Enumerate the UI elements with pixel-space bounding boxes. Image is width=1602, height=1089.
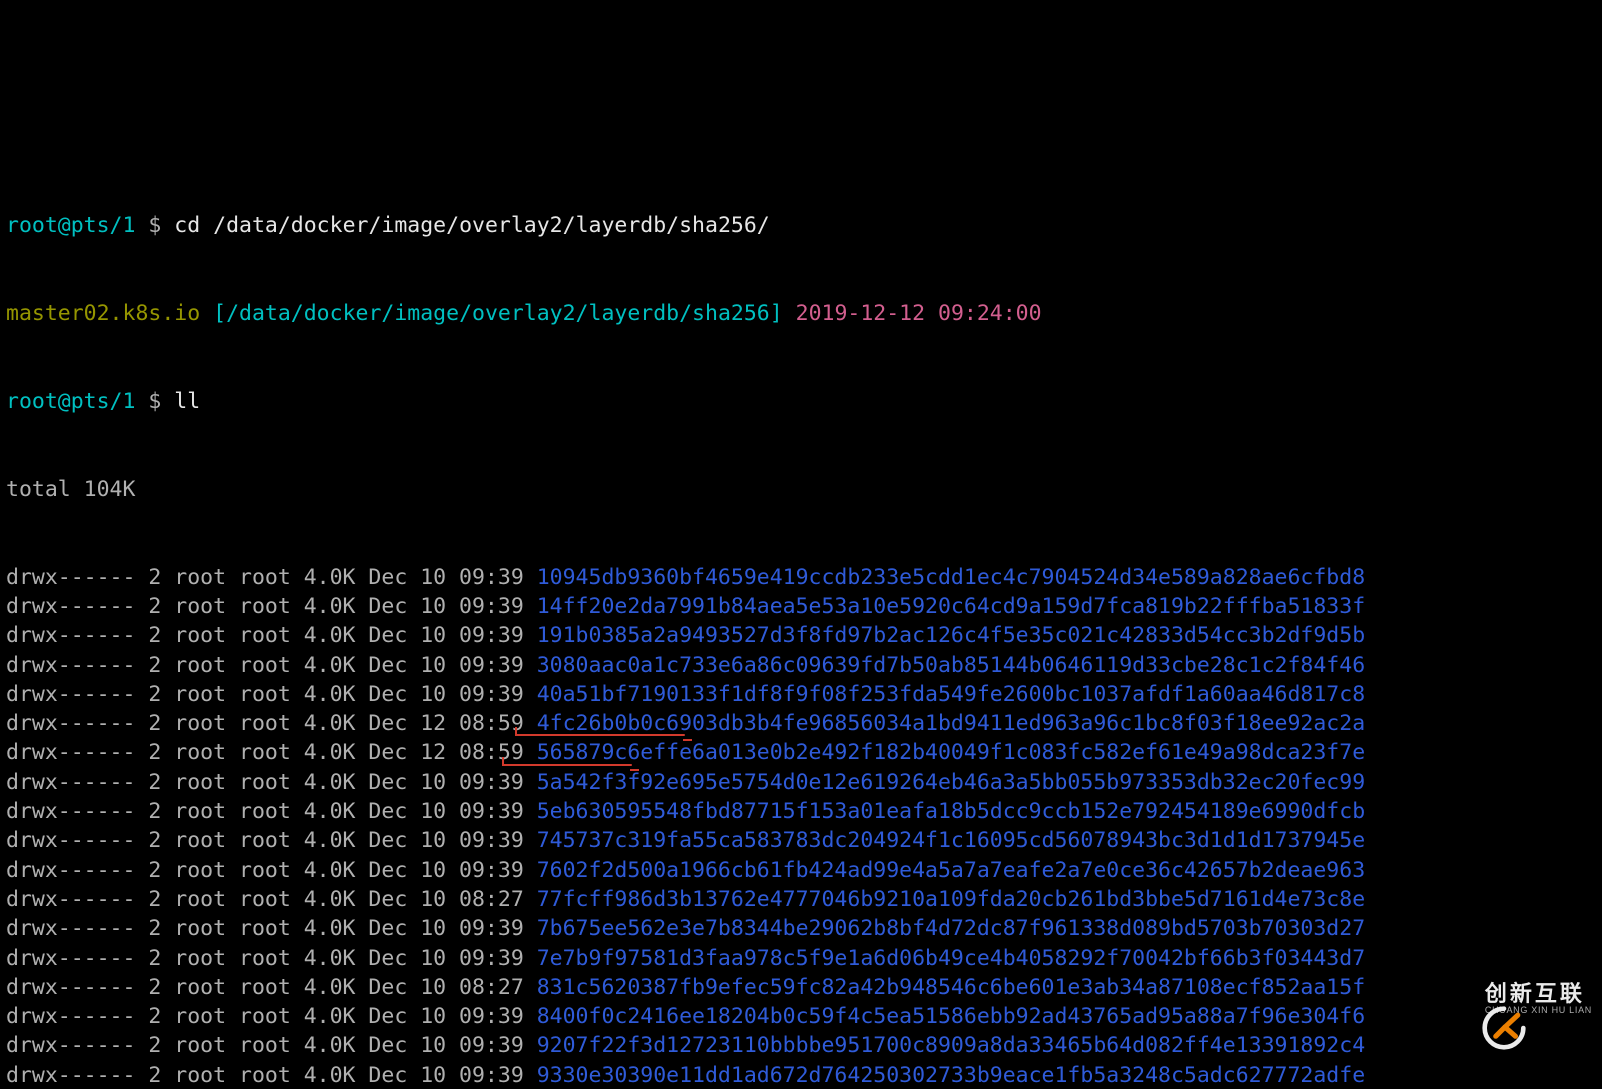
command-1: cd /data/docker/image/overlay2/layerdb/s… bbox=[174, 213, 769, 238]
ps1-dollar: $ bbox=[135, 389, 174, 414]
dir-name: 8400f0c2416ee18204b0c59f4c5ea51586ebb92a… bbox=[537, 1004, 1365, 1029]
dir-name: 9207f22f3d12723110bbbbe951700c8909a8da33… bbox=[537, 1033, 1365, 1058]
prompt-line-1: root@pts/1 $ cd /data/docker/image/overl… bbox=[6, 211, 1598, 240]
dir-name: 7602f2d500a1966cb61fb424ad99e4a5a7a7eafe… bbox=[537, 858, 1365, 883]
file-meta: drwx------ 2 root root 4.0K Dec 10 09:39 bbox=[6, 653, 537, 678]
listing-row: drwx------ 2 root root 4.0K Dec 10 09:39… bbox=[6, 1002, 1598, 1031]
file-meta: drwx------ 2 root root 4.0K Dec 10 09:39 bbox=[6, 828, 537, 853]
prompt-line-2: root@pts/1 $ ll bbox=[6, 387, 1598, 416]
watermark: 创新互联 CHUANG XIN HU LIAN bbox=[1429, 976, 1592, 1022]
file-meta: drwx------ 2 root root 4.0K Dec 10 09:39 bbox=[6, 799, 537, 824]
dir-name: 745737c319fa55ca583783dc204924f1c16095cd… bbox=[537, 828, 1365, 853]
listing-row: drwx------ 2 root root 4.0K Dec 10 08:27… bbox=[6, 973, 1598, 1002]
file-meta: drwx------ 2 root root 4.0K Dec 10 08:27 bbox=[6, 975, 537, 1000]
file-meta: drwx------ 2 root root 4.0K Dec 10 09:39 bbox=[6, 1004, 537, 1029]
listing-row: drwx------ 2 root root 4.0K Dec 10 09:39… bbox=[6, 914, 1598, 943]
file-meta: drwx------ 2 root root 4.0K Dec 10 09:39 bbox=[6, 623, 537, 648]
watermark-logo-icon bbox=[1429, 976, 1475, 1022]
dir-name: 9330e30390e11dd1ad672d764250302733b9eace… bbox=[537, 1063, 1365, 1088]
file-meta: drwx------ 2 root root 4.0K Dec 10 09:39 bbox=[6, 1033, 537, 1058]
context-line: master02.k8s.io [/data/docker/image/over… bbox=[6, 299, 1598, 328]
listing-row: drwx------ 2 root root 4.0K Dec 12 08:59… bbox=[6, 738, 1598, 767]
listing-row: drwx------ 2 root root 4.0K Dec 10 09:39… bbox=[6, 563, 1598, 592]
terminal[interactable]: root@pts/1 $ cd /data/docker/image/overl… bbox=[0, 146, 1602, 1089]
file-meta: drwx------ 2 root root 4.0K Dec 10 09:39 bbox=[6, 858, 537, 883]
listing-row: drwx------ 2 root root 4.0K Dec 10 08:27… bbox=[6, 885, 1598, 914]
listing-row: drwx------ 2 root root 4.0K Dec 10 09:39… bbox=[6, 621, 1598, 650]
dir-name: 191b0385a2a9493527d3f8fd97b2ac126c4f5e35… bbox=[537, 623, 1365, 648]
dir-name: 3080aac0a1c733e6a86c09639fd7b50ab85144b0… bbox=[537, 653, 1365, 678]
hostname: master02.k8s.io bbox=[6, 301, 200, 326]
file-meta: drwx------ 2 root root 4.0K Dec 12 08:59 bbox=[6, 711, 537, 736]
file-meta: drwx------ 2 root root 4.0K Dec 10 08:27 bbox=[6, 887, 537, 912]
ps1-dollar: $ bbox=[135, 213, 174, 238]
listing-row: drwx------ 2 root root 4.0K Dec 10 09:39… bbox=[6, 797, 1598, 826]
listing-row: drwx------ 2 root root 4.0K Dec 10 09:39… bbox=[6, 651, 1598, 680]
ps1-user: root@pts/1 bbox=[6, 213, 135, 238]
dir-name: 565879c6effe6a013e0b2e492f182b40049f1c08… bbox=[537, 740, 1365, 765]
file-meta: drwx------ 2 root root 4.0K Dec 10 09:39 bbox=[6, 946, 537, 971]
dir-name: 4fc26b0b0c6903db3b4fe96856034a1bd9411ed9… bbox=[537, 711, 1365, 736]
dir-name: 14ff20e2da7991b84aea5e53a10e5920c64cd9a1… bbox=[537, 594, 1365, 619]
file-meta: drwx------ 2 root root 4.0K Dec 10 09:39 bbox=[6, 916, 537, 941]
listing-row: drwx------ 2 root root 4.0K Dec 10 09:39… bbox=[6, 856, 1598, 885]
annotation-underline bbox=[502, 764, 632, 766]
dir-name: 5a542f3f92e695e5754d0e12e619264eb46a3a5b… bbox=[537, 770, 1365, 795]
command-2: ll bbox=[174, 389, 200, 414]
listing-row: drwx------ 2 root root 4.0K Dec 10 09:39… bbox=[6, 1031, 1598, 1060]
listing-row: drwx------ 2 root root 4.0K Dec 10 09:39… bbox=[6, 680, 1598, 709]
directory-listing: drwx------ 2 root root 4.0K Dec 10 09:39… bbox=[6, 563, 1598, 1089]
listing-row: drwx------ 2 root root 4.0K Dec 10 09:39… bbox=[6, 1061, 1598, 1089]
file-meta: drwx------ 2 root root 4.0K Dec 10 09:39 bbox=[6, 770, 537, 795]
dir-name: 10945db9360bf4659e419ccdb233e5cdd1ec4c79… bbox=[537, 565, 1365, 590]
listing-row: drwx------ 2 root root 4.0K Dec 10 09:39… bbox=[6, 944, 1598, 973]
listing-row: drwx------ 2 root root 4.0K Dec 10 09:39… bbox=[6, 826, 1598, 855]
watermark-cn: 创新互联 bbox=[1485, 982, 1592, 1006]
dir-name: 77fcff986d3b13762e4777046b9210a109fda20c… bbox=[537, 887, 1365, 912]
timestamp: 2019-12-12 09:24:00 bbox=[796, 301, 1042, 326]
dir-name: 7b675ee562e3e7b8344be29062b8bf4d72dc87f9… bbox=[537, 916, 1365, 941]
dir-name: 40a51bf7190133f1df8f9f08f253fda549fe2600… bbox=[537, 682, 1365, 707]
dir-name: 7e7b9f97581d3faa978c5f9e1a6d06b49ce4b405… bbox=[537, 946, 1365, 971]
file-meta: drwx------ 2 root root 4.0K Dec 10 09:39 bbox=[6, 1063, 537, 1088]
total-line: total 104K bbox=[6, 475, 1598, 504]
cwd-path: [/data/docker/image/overlay2/layerdb/sha… bbox=[213, 301, 783, 326]
ps1-user: root@pts/1 bbox=[6, 389, 135, 414]
dir-name: 5eb630595548fbd87715f153a01eafa18b5dcc9c… bbox=[537, 799, 1365, 824]
file-meta: drwx------ 2 root root 4.0K Dec 10 09:39 bbox=[6, 565, 537, 590]
dir-name: 831c5620387fb9efec59fc82a42b948546c6be60… bbox=[537, 975, 1365, 1000]
listing-row: drwx------ 2 root root 4.0K Dec 10 09:39… bbox=[6, 592, 1598, 621]
file-meta: drwx------ 2 root root 4.0K Dec 10 09:39 bbox=[6, 682, 537, 707]
listing-row: drwx------ 2 root root 4.0K Dec 12 08:59… bbox=[6, 709, 1598, 738]
file-meta: drwx------ 2 root root 4.0K Dec 10 09:39 bbox=[6, 594, 537, 619]
file-meta: drwx------ 2 root root 4.0K Dec 12 08:59 bbox=[6, 740, 537, 765]
listing-row: drwx------ 2 root root 4.0K Dec 10 09:39… bbox=[6, 768, 1598, 797]
